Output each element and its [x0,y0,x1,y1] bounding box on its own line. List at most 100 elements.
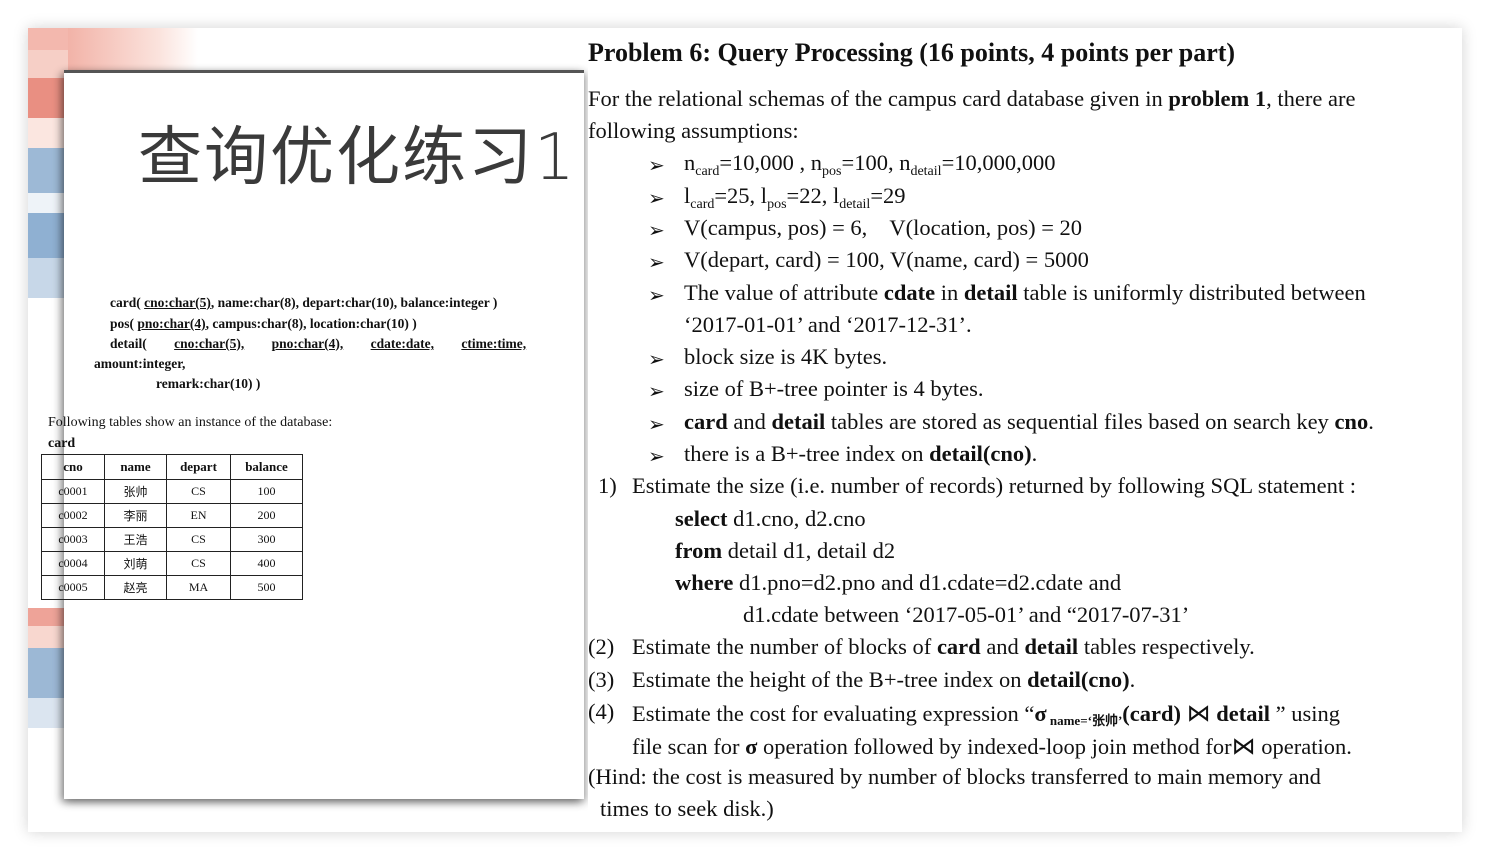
table-cell: CS [166,479,231,504]
arrow-bullet-icon: ➢ [648,186,665,210]
sigma-symbol: σ [1034,701,1047,726]
primary-key: cno:char(5) [144,295,211,310]
table-cell: CS [166,551,231,576]
sql-where-line-2: d1.cdate between ‘2017-05-01’ and “2017-… [743,602,1190,627]
text-bold: detail [771,409,826,434]
text: =10,000,000 [941,150,1056,175]
table-row: c0002 李丽 EN 200 [41,503,303,528]
sql-where: where d1.pno=d2.pno and d1.cdate=d2.cdat… [675,570,1121,596]
subscript: detail [839,197,871,212]
text: operation followed by indexed-loop join … [757,734,1232,759]
sql-keyword: from [675,538,723,563]
bullet-cdate: The value of attribute cdate in detail t… [684,280,1366,306]
bullet-storage: card and detail tables are stored as seq… [684,409,1374,435]
table-row: c0001 张帅 CS 100 [41,479,303,504]
card-table: cno name depart balance c0001 张帅 CS 100 … [41,454,303,600]
bullet-v-depart: V(depart, card) = 100, V(name, card) = 5… [684,247,1089,272]
sigma-symbol: σ [745,734,758,759]
subscript: pos [767,197,787,212]
table-cell: CS [166,527,231,552]
table-cell: 400 [230,551,303,576]
brush-stroke-decoration [28,698,68,728]
brush-stroke-decoration [28,626,68,648]
text: tables are stored as sequential files ba… [825,409,1335,434]
table-cell: MA [166,575,231,600]
text: . [1129,667,1136,692]
arrow-bullet-icon: ➢ [648,153,665,177]
bullet-l: lcard=25, lpos=22, ldetail=29 [684,183,906,213]
text: The value of attribute [684,280,884,305]
slide-title: 查询优化练习1 [138,121,577,195]
text: For the relational schemas of the campus… [588,86,1169,111]
table-cell: 500 [230,575,303,600]
arrow-bullet-icon: ➢ [648,379,665,403]
column-header: name [104,454,167,480]
schema-text: pos( [110,316,138,331]
table-cell: 王浩 [104,527,167,552]
schema-text: , name:char(8), depart:char(10), balance… [210,295,498,310]
intro-line-1: For the relational schemas of the campus… [588,86,1355,112]
subscript: detail [910,164,942,179]
text: =25, l [714,183,768,208]
bullet-block-size: block size is 4K bytes. [684,344,888,369]
arrow-bullet-icon: ➢ [648,444,665,468]
table-cell: c0005 [41,575,105,600]
table-cell: 李丽 [104,503,167,528]
brush-stroke-decoration [28,78,68,118]
table-cell: 300 [230,527,303,552]
brush-stroke-decoration [28,193,68,213]
brush-stroke-decoration [28,213,68,258]
subscript: pos [822,164,842,179]
table-row: c0005 赵亮 MA 500 [41,575,303,600]
hint-line-1: (Hind: the cost is measured by number of… [588,764,1321,789]
brush-stroke-decoration [28,258,68,298]
sql-select: select d1.cno, d2.cno [675,506,866,532]
text-bold: problem 1 [1168,86,1267,111]
text: d1.cno, d2.cno [727,506,866,531]
text: n [684,150,696,175]
text: =100, n [841,150,911,175]
text: . [1031,441,1038,466]
brush-stroke-decoration [28,648,68,698]
sql-from: from detail d1, detail d2 [675,538,895,564]
brush-stroke-decoration [28,118,68,148]
primary-key: pno:char(4), [271,336,344,351]
brush-stroke-decoration [28,608,68,626]
text: , there are [1266,86,1356,111]
table-cell: c0004 [41,551,105,576]
table-row: c0004 刘萌 CS 400 [41,551,303,576]
table-label: card [48,436,76,451]
join-icon: ⋈ [1231,732,1256,760]
problem-title: Problem 6: Query Processing (16 points, … [588,38,1236,67]
arrow-bullet-icon: ➢ [648,412,665,436]
arrow-bullet-icon: ➢ [648,283,665,307]
bullet-pointer-size: size of B+-tree pointer is 4 bytes. [684,376,984,401]
table-cell: 100 [230,479,303,504]
problem-panel: Problem 6: Query Processing (16 points, … [588,28,1462,832]
subscript: name=‘张帅’ [1046,713,1123,728]
question-3-text: Estimate the height of the B+-tree index… [632,667,1135,693]
column-header: balance [230,454,303,480]
question-4-line-2: file scan for σ operation followed by in… [632,732,1352,760]
schema-detail: detail( cno:char(5), pno:char(4), cdate:… [110,336,526,352]
arrow-bullet-icon: ➢ [648,347,665,371]
primary-key: ctime:time, [461,336,527,351]
text: there is a B+-tree index on [684,441,930,466]
text-bold: detail [963,280,1018,305]
text-bold: card [684,409,728,434]
question-number: (3) [588,667,615,692]
table-header-row: cno name depart balance [41,454,303,480]
text: file scan for [632,734,746,759]
table-cell: EN [166,503,231,528]
question-2-text: Estimate the number of blocks of card an… [632,634,1255,660]
text-bold: (card) [1122,701,1187,726]
text-bold: detail(cno) [929,441,1032,466]
text: d1.pno=d2.pno and d1.cdate=d2.cdate and [733,570,1122,595]
table-cell: 张帅 [104,479,167,504]
text: Estimate the number of blocks of [632,634,937,659]
text-bold: detail [1210,701,1271,726]
table-row: c0003 王浩 CS 300 [41,527,303,552]
text: =10,000 , n [719,150,823,175]
question-number: (4) [588,699,615,724]
table-cell: 赵亮 [104,575,167,600]
